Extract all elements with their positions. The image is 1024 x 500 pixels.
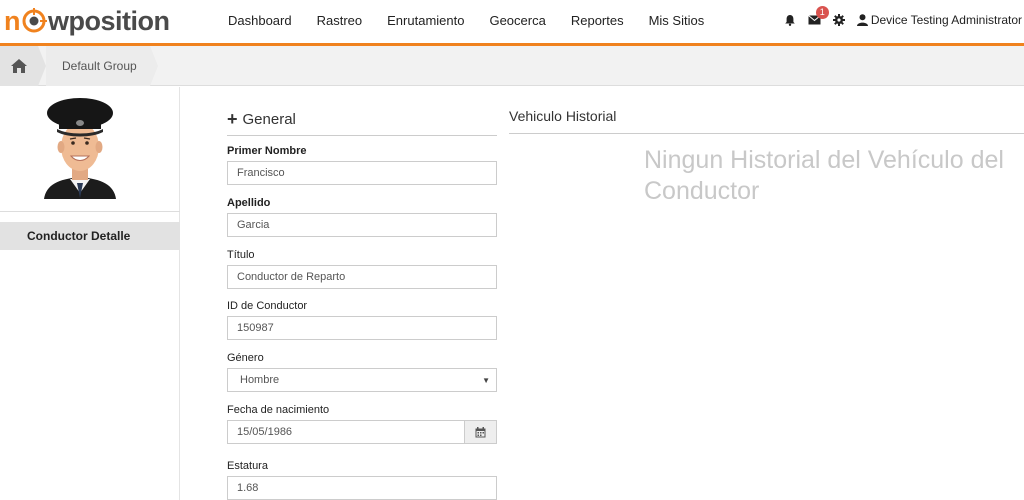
brand-logo[interactable]: n wposition [4,2,170,40]
driver-id-group: ID de Conductor 150987 [227,300,497,340]
home-icon [11,59,27,73]
section-title: General [242,110,296,128]
settings-button[interactable] [832,14,845,26]
calendar-icon [475,426,486,437]
height-group: Estatura 1.68 [227,460,497,500]
gear-icon [832,14,845,26]
top-navbar: n wposition Dashboard Rastreo Enrutamien… [0,0,1024,46]
calendar-button[interactable] [465,420,497,444]
section-divider [227,135,497,136]
breadcrumb-default-group[interactable]: Default Group [46,46,150,86]
logo-text: wposition [48,5,170,36]
plus-icon: + [227,109,238,129]
gender-group: Género Hombre ▼ [227,352,497,392]
messages-badge: 1 [815,6,829,19]
sidebar-divider [0,211,180,212]
vehicle-history-divider [509,133,1024,134]
nav-geocerca[interactable]: Geocerca [489,13,545,28]
empty-history-message: Ningun Historial del Vehículo del Conduc… [644,146,1004,205]
nav-dashboard[interactable]: Dashboard [228,13,292,28]
nav-mis-sitios[interactable]: Mis Sitios [649,13,705,28]
last-name-label: Apellido [227,197,271,209]
height-label: Estatura [227,460,268,472]
last-name-input[interactable]: Garcia [227,213,497,237]
general-section-header[interactable]: + General [227,108,497,130]
globe-icon [21,8,47,34]
vehicle-history-panel: Vehiculo Historial Ningun Historial del … [509,108,1024,205]
title-label: Título [227,249,255,261]
first-name-label: Primer Nombre [227,145,307,157]
sidebar-item-conductor-detalle[interactable]: Conductor Detalle [0,222,180,250]
breadcrumb-separator [150,46,158,86]
title-input[interactable]: Conductor de Reparto [227,265,497,289]
user-name: Device Testing Administrator [870,13,1022,27]
messages-button[interactable]: 1 [807,6,829,25]
caret-down-icon: ▼ [482,376,490,385]
main-nav: Dashboard Rastreo Enrutamiento Geocerca … [228,0,729,40]
vehicle-history-title: Vehiculo Historial [509,108,617,124]
gender-value: Hombre [240,374,280,386]
last-name-group: Apellido Garcia [227,197,497,237]
breadcrumb-separator [38,46,46,86]
nav-reportes[interactable]: Reportes [571,13,624,28]
user-icon [856,14,868,26]
header-tools: 1 Device Testing Administrator [784,0,1024,40]
birthdate-group: Fecha de nacimiento 15/05/1986 [227,404,497,444]
user-menu[interactable]: Device Testing Administrator [856,13,1022,27]
gender-select[interactable]: Hombre ▼ [227,368,497,392]
general-form: + General Primer Nombre Francisco Apelli… [227,108,497,500]
nav-enrutamiento[interactable]: Enrutamiento [387,13,464,28]
notifications-button[interactable] [784,14,796,26]
driver-id-label: ID de Conductor [227,300,308,312]
first-name-input[interactable]: Francisco [227,161,497,185]
title-group: Título Conductor de Reparto [227,249,497,289]
driver-id-input[interactable]: 150987 [227,316,497,340]
bell-icon [785,15,795,26]
gender-label: Género [227,352,264,364]
logo-letter: n [4,5,21,36]
home-button[interactable] [0,46,38,86]
nav-rastreo[interactable]: Rastreo [317,13,363,28]
first-name-group: Primer Nombre Francisco [227,145,497,185]
driver-avatar [40,95,120,199]
breadcrumb: Default Group [0,46,1024,86]
birthdate-input[interactable]: 15/05/1986 [227,420,465,444]
sidebar: Conductor Detalle [0,87,180,500]
birthdate-label: Fecha de nacimiento [227,404,330,416]
height-input[interactable]: 1.68 [227,476,497,500]
